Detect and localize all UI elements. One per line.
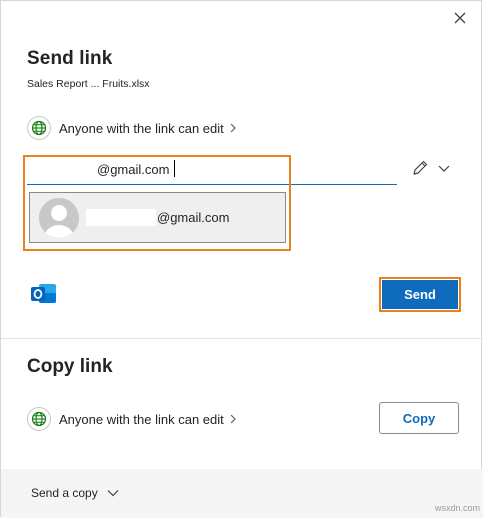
avatar bbox=[39, 197, 79, 238]
send-button[interactable]: Send bbox=[382, 280, 458, 309]
outlook-icon[interactable] bbox=[30, 281, 58, 307]
copy-button[interactable]: Copy bbox=[379, 402, 459, 434]
send-a-copy-button[interactable]: Send a copy bbox=[31, 486, 119, 500]
copy-link-permission-selector[interactable]: Anyone with the link can edit bbox=[27, 407, 236, 431]
permission-label: Anyone with the link can edit bbox=[59, 120, 224, 136]
close-icon bbox=[454, 12, 466, 24]
contact-suggestion[interactable]: @gmail.com bbox=[29, 192, 286, 243]
chevron-right-icon bbox=[230, 414, 236, 424]
dialog-title: Send link bbox=[27, 48, 113, 69]
share-dialog: Send link Sales Report ... Fruits.xlsx A… bbox=[0, 0, 483, 518]
pencil-icon bbox=[413, 160, 428, 175]
file-name: Sales Report ... Fruits.xlsx bbox=[27, 78, 150, 90]
section-divider bbox=[1, 338, 483, 339]
permission-label: Anyone with the link can edit bbox=[59, 411, 224, 427]
watermark: wsxdn.com bbox=[435, 503, 481, 513]
chevron-right-icon bbox=[230, 123, 236, 133]
globe-icon bbox=[27, 116, 51, 140]
recipient-input[interactable] bbox=[27, 157, 397, 185]
link-permission-selector[interactable]: Anyone with the link can edit bbox=[27, 116, 236, 140]
send-a-copy-label: Send a copy bbox=[31, 486, 98, 500]
text-caret bbox=[174, 160, 175, 177]
redacted-name bbox=[86, 209, 156, 226]
suggestion-email: @gmail.com bbox=[157, 210, 230, 225]
edit-permission-button[interactable] bbox=[411, 159, 451, 177]
close-button[interactable] bbox=[449, 7, 471, 29]
recipient-input-value: @gmail.com bbox=[97, 162, 170, 177]
copy-link-title: Copy link bbox=[27, 356, 113, 377]
chevron-down-icon bbox=[438, 165, 450, 172]
chevron-down-icon bbox=[107, 490, 119, 497]
globe-icon bbox=[27, 407, 51, 431]
